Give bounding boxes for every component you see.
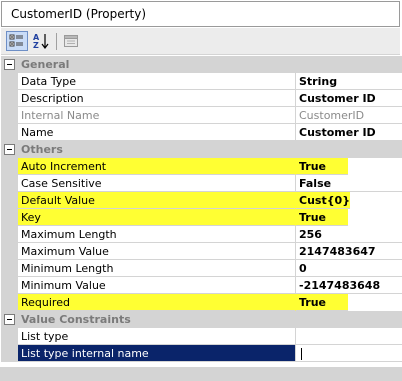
category-general[interactable]: General	[1, 56, 402, 73]
category-others[interactable]: Others	[1, 141, 402, 158]
property-row-description[interactable]: Description Customer ID	[1, 90, 402, 107]
property-value[interactable]: 256	[296, 226, 402, 243]
property-toolbar: A Z	[1, 28, 400, 55]
alphabetical-button[interactable]: A Z	[30, 31, 52, 51]
property-value[interactable]: -2147483648	[296, 277, 402, 294]
category-label: General	[21, 58, 70, 71]
category-value-constraints[interactable]: Value Constraints	[1, 311, 402, 328]
property-name[interactable]: Name	[18, 124, 296, 141]
property-name[interactable]: Default Value	[18, 192, 296, 209]
property-row-data-type[interactable]: Data Type String	[1, 73, 402, 90]
property-value: CustomerID	[296, 107, 402, 124]
property-pages-icon	[64, 35, 78, 47]
property-name[interactable]: Maximum Length	[18, 226, 296, 243]
svg-text:Z: Z	[33, 41, 39, 50]
collapse-icon[interactable]	[4, 59, 15, 70]
property-value[interactable]: 0	[296, 260, 402, 277]
property-grid: General Data Type String Description Cus…	[1, 56, 402, 367]
property-value[interactable]: Cust{0}	[296, 192, 350, 209]
property-name[interactable]: Minimum Length	[18, 260, 296, 277]
alphabetical-sort-icon: A Z	[33, 33, 49, 50]
property-row-minimum-value[interactable]: Minimum Value -2147483648	[1, 277, 402, 294]
property-value[interactable]: 2147483647	[296, 243, 402, 260]
property-name[interactable]: Internal Name	[18, 107, 296, 124]
property-pages-button[interactable]	[60, 31, 82, 51]
property-row-auto-increment[interactable]: Auto Increment True	[1, 158, 402, 175]
property-name[interactable]: Key	[18, 209, 296, 226]
property-row-list-type[interactable]: List type	[1, 328, 402, 345]
property-value[interactable]: String	[296, 73, 402, 90]
category-label: Others	[21, 143, 63, 156]
property-row-maximum-value[interactable]: Maximum Value 2147483647	[1, 243, 402, 260]
property-value[interactable]: True	[296, 294, 348, 311]
property-value[interactable]: False	[296, 175, 402, 192]
property-name[interactable]: Description	[18, 90, 296, 107]
property-row-key[interactable]: Key True	[1, 209, 402, 226]
property-value-editor[interactable]	[296, 345, 402, 362]
toolbar-separator	[56, 33, 57, 50]
property-value[interactable]: True	[296, 158, 348, 175]
property-name[interactable]: Case Sensitive	[18, 175, 296, 192]
property-title-box: CustomerID (Property)	[1, 1, 400, 27]
property-name[interactable]: Maximum Value	[18, 243, 296, 260]
property-name[interactable]: Data Type	[18, 73, 296, 90]
property-row-maximum-length[interactable]: Maximum Length 256	[1, 226, 402, 243]
property-row-minimum-length[interactable]: Minimum Length 0	[1, 260, 402, 277]
categorized-button[interactable]	[6, 31, 28, 51]
property-value[interactable]: True	[296, 209, 348, 226]
collapse-icon[interactable]	[4, 314, 15, 325]
grid-bottom-area	[0, 367, 402, 381]
property-value[interactable]: Customer ID	[296, 124, 402, 141]
property-row-case-sensitive[interactable]: Case Sensitive False	[1, 175, 402, 192]
property-title: CustomerID (Property)	[11, 7, 147, 21]
property-row-list-type-internal-name[interactable]: List type internal name	[1, 345, 402, 362]
property-row-name[interactable]: Name Customer ID	[1, 124, 402, 141]
property-row-default-value[interactable]: Default Value Cust{0}	[1, 192, 402, 209]
property-name[interactable]: Minimum Value	[18, 277, 296, 294]
property-value[interactable]	[296, 328, 402, 345]
property-row-internal-name[interactable]: Internal Name CustomerID	[1, 107, 402, 124]
property-name[interactable]: List type	[18, 328, 296, 345]
property-name[interactable]: Required	[18, 294, 296, 311]
property-name[interactable]: Auto Increment	[18, 158, 296, 175]
property-value[interactable]: Customer ID	[296, 90, 402, 107]
collapse-icon[interactable]	[4, 144, 15, 155]
property-name[interactable]: List type internal name	[18, 345, 296, 362]
category-label: Value Constraints	[21, 313, 131, 326]
text-caret	[301, 348, 302, 360]
property-row-required[interactable]: Required True	[1, 294, 402, 311]
categorized-icon	[9, 34, 23, 47]
